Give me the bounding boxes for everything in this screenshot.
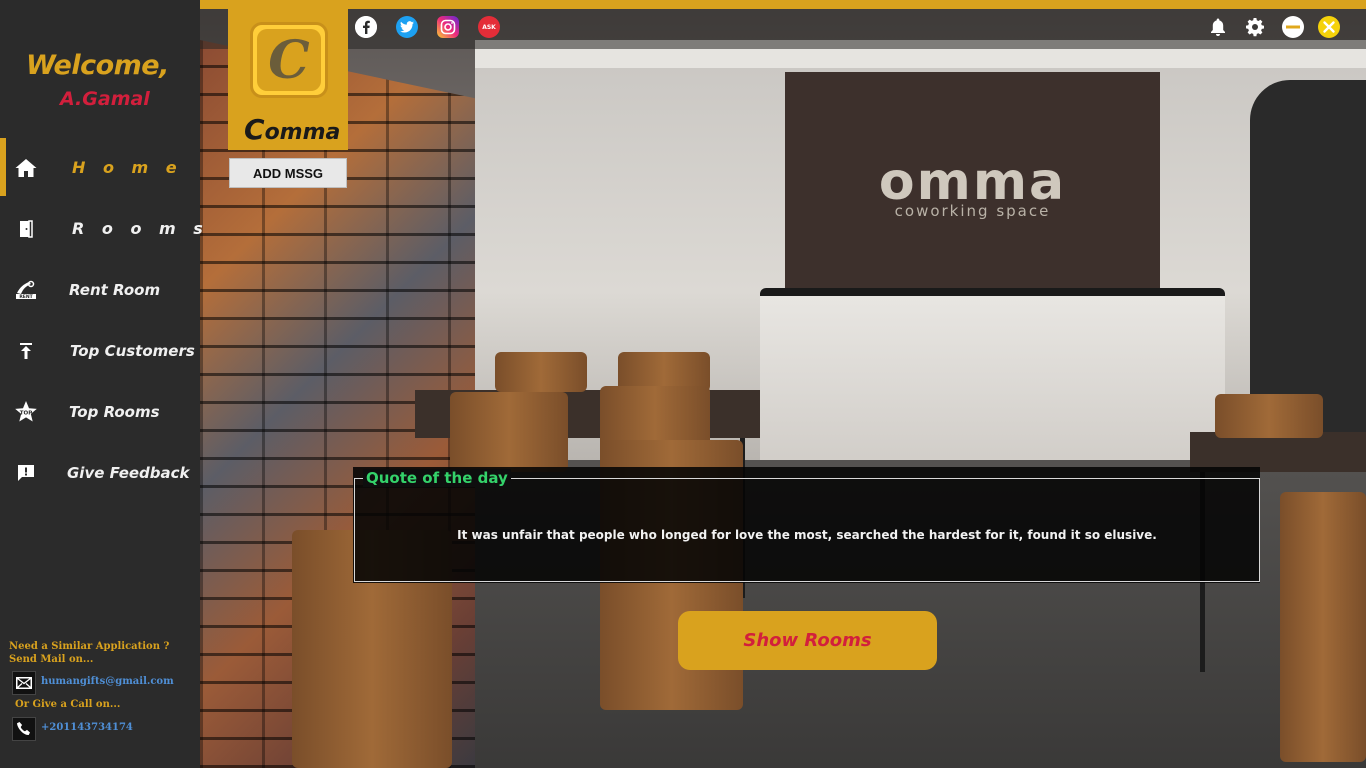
username: A.Gamal [60,88,150,110]
active-indicator [0,138,6,196]
show-rooms-button[interactable]: Show Rooms [678,611,937,670]
logo-wordmark: Comma [244,113,340,146]
sidebar-item-label: Top Rooms [69,403,160,421]
quote-title: Quote of the day [363,469,511,487]
sidebar-item-top-customers[interactable]: Top Customers [0,321,200,379]
contact-phone[interactable]: +201143734174 [41,722,133,733]
sidebar-item-top-rooms[interactable]: TOP Top Rooms [0,382,200,440]
minimize-icon[interactable] [1282,16,1304,38]
logo-word-initial: C [244,113,265,146]
close-icon[interactable] [1318,16,1340,38]
chair [1280,492,1366,762]
feedback-icon [14,461,38,485]
quote-text: It was unfair that people who longed for… [457,528,1157,542]
instagram-icon[interactable] [437,16,459,38]
chair [495,352,587,392]
sidebar-item-give-feedback[interactable]: Give Feedback [0,443,200,501]
contact-question: Need a Similar Application ? [9,641,170,652]
sidebar-item-rent-room[interactable]: RENT Rent Room [0,260,200,318]
twitter-icon[interactable] [396,16,418,38]
logo-word-rest: omma [264,120,341,145]
sidebar-item-label: Give Feedback [67,464,190,482]
sidebar: Welcome, A.Gamal H o m e R o o m s RENT … [0,0,203,768]
svg-text:TOP: TOP [20,411,32,417]
ask-fm-icon[interactable]: ASK [478,16,500,38]
contact-info: Need a Similar Application ? Send Mail o… [9,640,199,741]
door-icon [14,217,38,241]
sidebar-item-home[interactable]: H o m e [0,138,200,196]
logo-c-icon: C [250,22,328,98]
sign-panel: omma coworking space [785,72,1160,294]
logo-letter: C [257,29,321,91]
mail-icon [12,671,36,695]
top-accent-strip [200,0,1366,9]
contact-email[interactable]: humangifts@gmail.com [41,676,174,687]
app-logo: C Comma [228,9,348,150]
sidebar-item-label: H o m e [72,158,183,177]
chair [450,392,568,472]
phone-row[interactable]: +201143734174 [12,717,202,741]
facebook-icon[interactable] [355,16,377,38]
top-star-icon: TOP [14,400,38,424]
welcome-text: Welcome, [26,50,169,81]
sidebar-item-label: R o o m s [72,219,209,238]
home-icon [14,156,38,180]
sidebar-item-label: Rent Room [69,281,161,299]
chair [1215,394,1323,438]
sidebar-item-label: Top Customers [70,342,195,360]
phone-icon [12,717,36,741]
sign-subtext: coworking space [894,202,1051,220]
rent-icon: RENT [14,278,38,302]
add-message-button[interactable]: ADD MSSG [229,158,347,188]
ask-fm-label: ASK [482,23,496,31]
sidebar-item-rooms[interactable]: R o o m s [0,199,203,257]
svg-text:RENT: RENT [19,294,33,300]
contact-question-2: Send Mail on... [9,654,94,665]
bell-icon[interactable] [1207,16,1229,38]
table [1190,432,1366,472]
arrow-up-icon [14,339,38,363]
call-prompt: Or Give a Call on... [15,699,121,710]
email-row[interactable]: humangifts@gmail.com [12,671,202,695]
reception-counter [760,288,1225,478]
gear-icon[interactable] [1244,16,1266,38]
